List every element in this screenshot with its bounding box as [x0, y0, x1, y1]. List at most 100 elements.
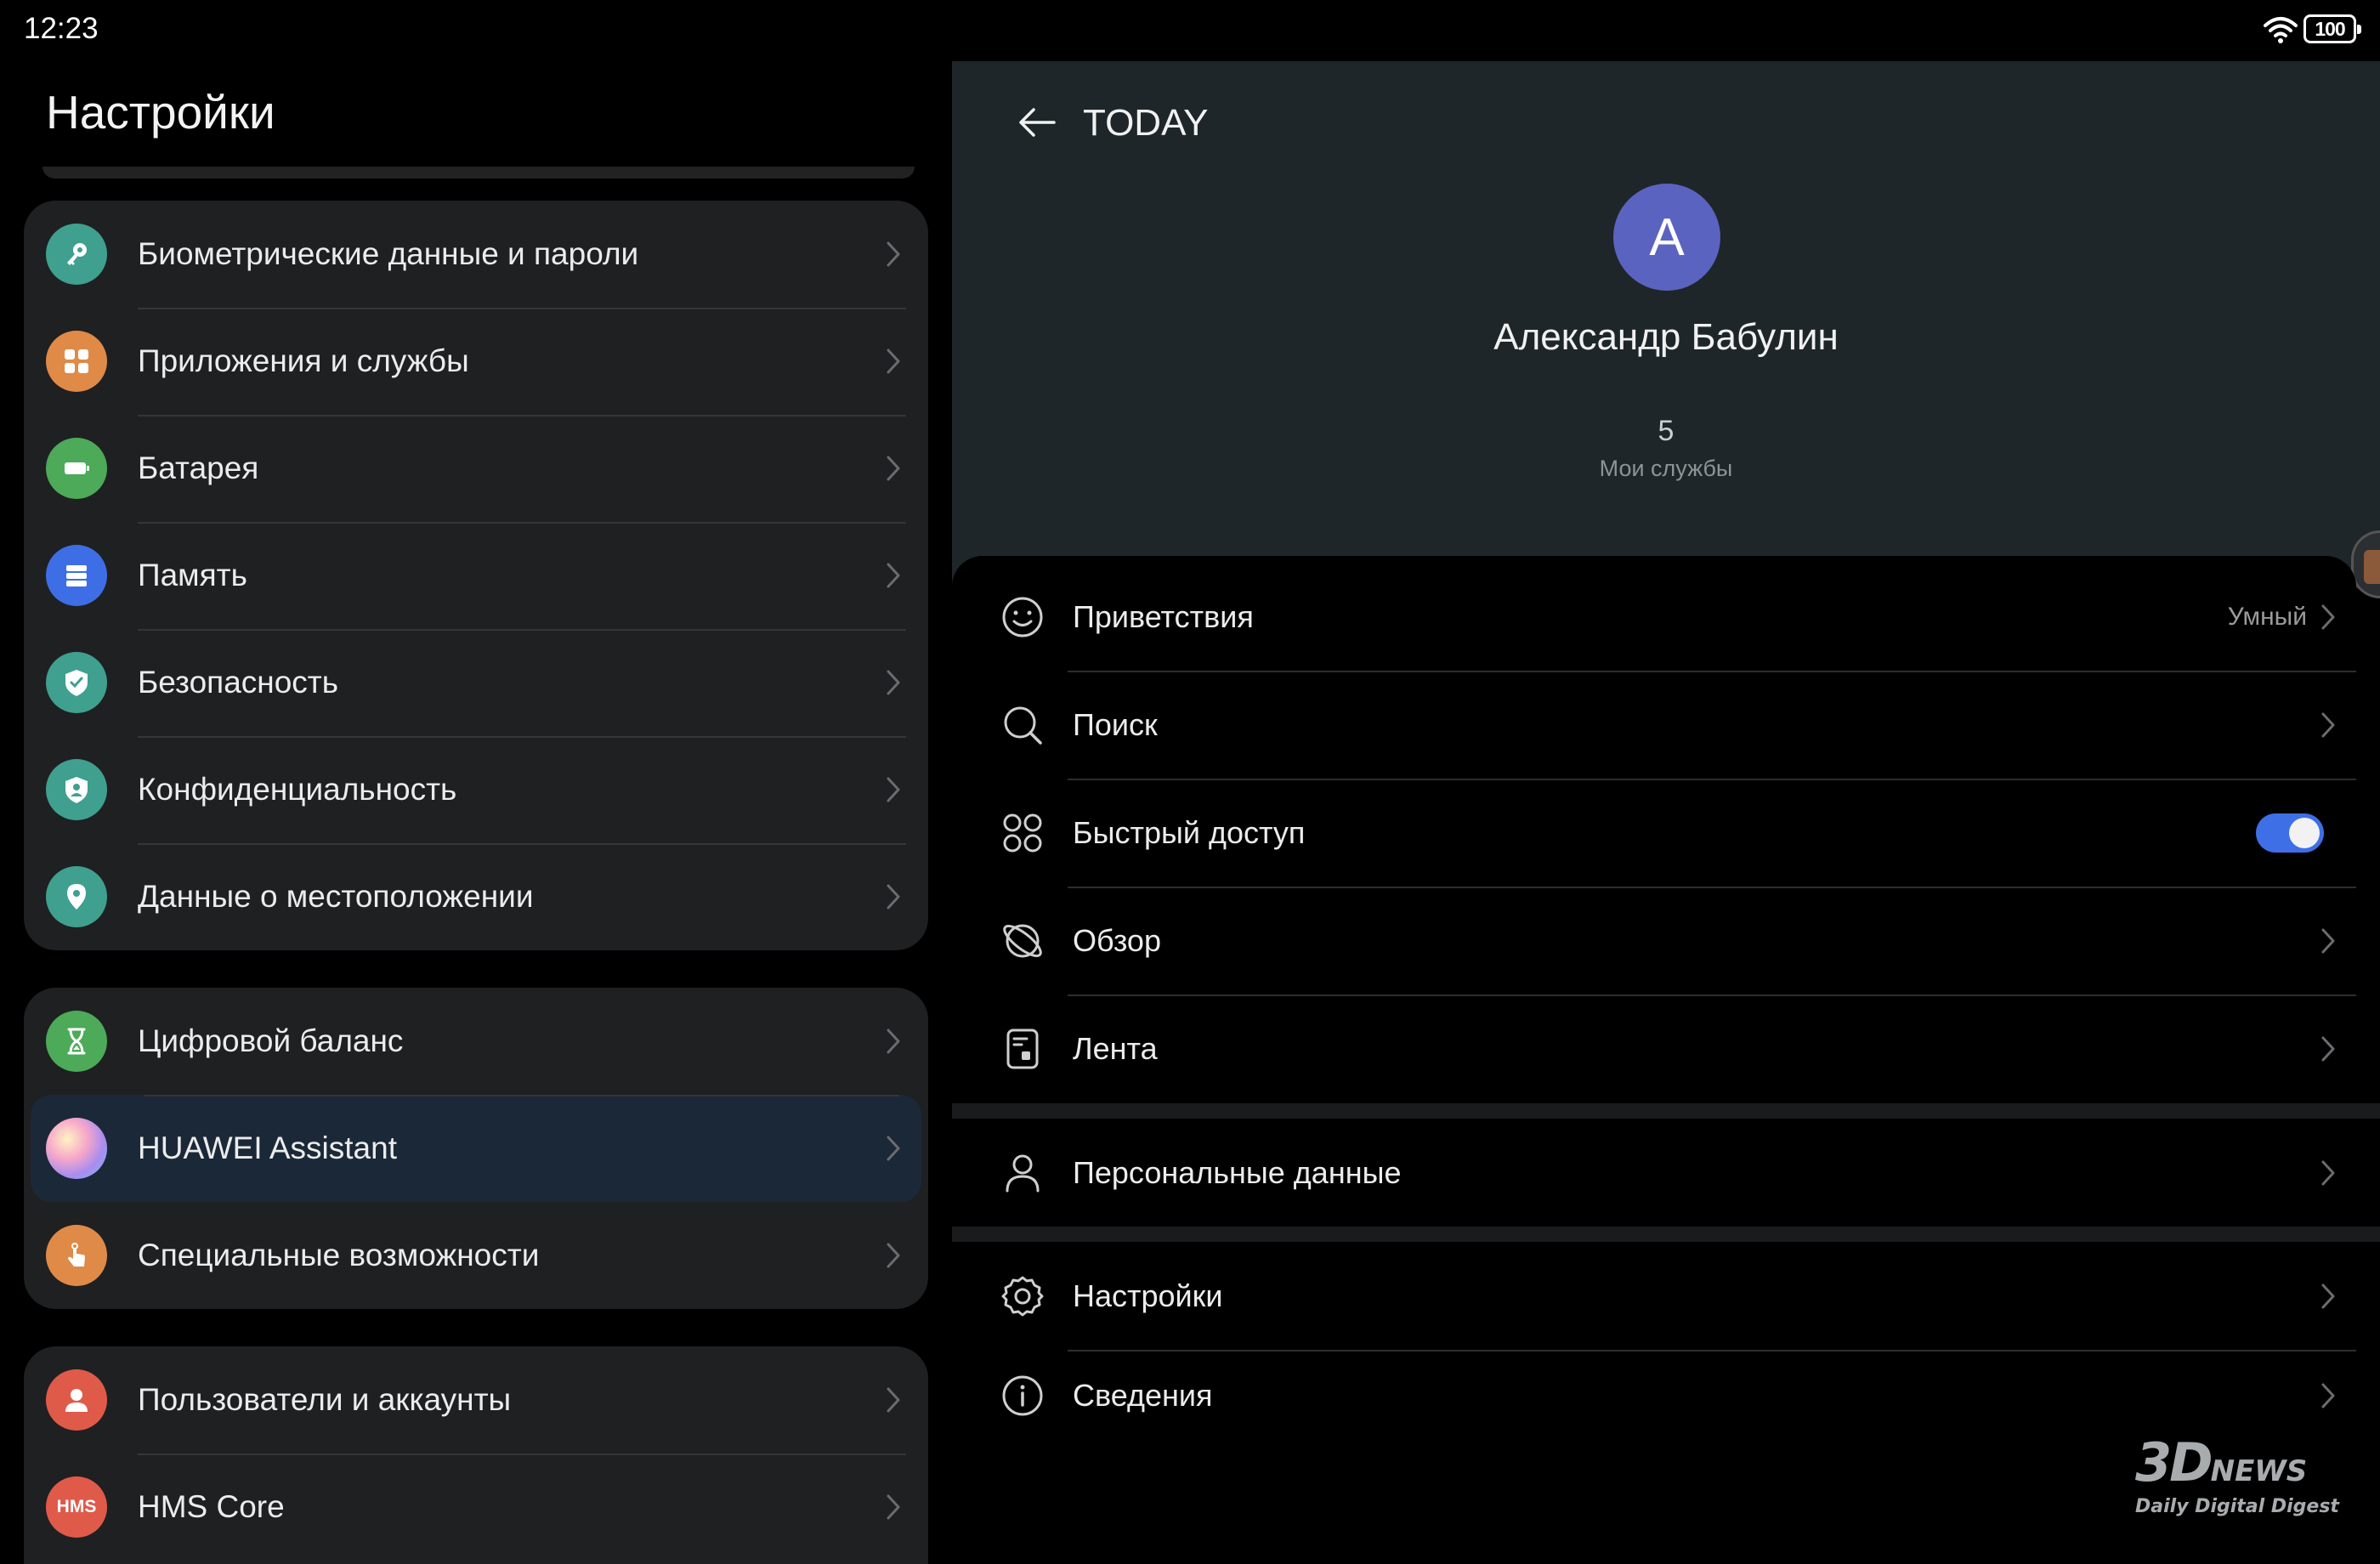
today-item-label: Сведения [1073, 1378, 1213, 1413]
chevron-right-icon [887, 456, 900, 481]
storage-icon [46, 545, 107, 606]
settings-item-label: Безопасность [138, 665, 339, 700]
divider [1068, 1350, 2356, 1352]
chevron-right-icon [887, 1028, 900, 1054]
status-time: 12:23 [24, 12, 99, 45]
profile-header: TODAY А Александр Бабулин 5 Мои службы [952, 61, 2380, 588]
avatar-letter: А [1649, 207, 1685, 267]
settings-item-location[interactable]: Данные о местоположении [24, 843, 928, 950]
assistant-orb-icon [46, 1118, 107, 1179]
battery-icon [46, 438, 107, 499]
gear-icon [1001, 1276, 1044, 1316]
settings-item-label: Пользователи и аккаунты [138, 1382, 512, 1417]
today-pane: TODAY А Александр Бабулин 5 Мои службы П… [950, 61, 2380, 1564]
wifi-icon [2264, 17, 2298, 43]
chevron-right-icon [2321, 712, 2335, 737]
watermark-news: NEWS [2210, 1454, 2308, 1488]
search-bar-peek[interactable] [42, 167, 915, 178]
apps-grid-icon [46, 331, 107, 392]
greetings-mode-value: Умный [2227, 602, 2307, 631]
settings-item-label: Батарея [138, 450, 259, 485]
chevron-right-icon [887, 1136, 900, 1161]
chevron-right-icon [887, 563, 900, 588]
privacy-shield-icon [46, 759, 107, 820]
settings-pane: Настройки Биометрические данные и пароли… [0, 61, 950, 1564]
today-item-feed[interactable]: Лента [952, 994, 2356, 1102]
today-item-label: Лента [1073, 1030, 1158, 1066]
settings-item-label: Конфиденциальность [138, 772, 457, 807]
chevron-right-icon [887, 1494, 900, 1520]
settings-item-huawei-assistant[interactable]: HUAWEI Assistant [31, 1095, 921, 1202]
chevron-right-icon [887, 241, 900, 267]
chevron-right-icon [887, 884, 900, 910]
chevron-right-icon [887, 670, 900, 695]
chevron-right-icon [2321, 1160, 2335, 1185]
today-settings-sheet: Приветствия Умный Поиск Быстрый доступ О… [952, 556, 2380, 1564]
today-item-greetings[interactable]: Приветствия Умный [952, 563, 2356, 671]
today-item-label: Поиск [1073, 706, 1158, 742]
chevron-right-icon [2321, 604, 2335, 629]
settings-item-digital-balance[interactable]: Цифровой баланс [24, 988, 928, 1095]
chevron-right-icon [887, 1243, 900, 1268]
today-item-label: Быстрый доступ [1073, 814, 1306, 850]
toggle-knob [2289, 817, 2320, 848]
services-count[interactable]: 5 [952, 415, 2380, 448]
status-bar: 12:23 100 [0, 0, 2380, 61]
chevron-right-icon [887, 1387, 900, 1413]
settings-item-storage[interactable]: Память [24, 522, 928, 629]
overview-planet-icon [1003, 924, 1042, 957]
today-item-settings[interactable]: Настройки [952, 1242, 2356, 1350]
back-arrow-icon[interactable] [1015, 99, 1061, 145]
settings-item-users-accounts[interactable]: Пользователи и аккаунты [24, 1346, 928, 1454]
today-item-search[interactable]: Поиск [952, 671, 2356, 779]
user-name: Александр Бабулин [1493, 316, 1839, 358]
chevron-right-icon [2321, 1383, 2335, 1408]
today-item-overview[interactable]: Обзор [952, 887, 2356, 994]
settings-item-label: Данные о местоположении [138, 879, 534, 914]
watermark-3d: 3D [2135, 1431, 2213, 1493]
settings-item-apps[interactable]: Приложения и службы [24, 308, 928, 415]
chevron-right-icon [2321, 1036, 2335, 1061]
hms-icon-text: HMS [56, 1497, 97, 1516]
settings-item-security[interactable]: Безопасность [24, 629, 928, 736]
chevron-right-icon [887, 777, 900, 802]
settings-item-biometrics[interactable]: Биометрические данные и пароли [24, 201, 928, 308]
settings-item-battery[interactable]: Батарея [24, 415, 928, 522]
battery-level: 100 [2315, 17, 2345, 40]
today-item-personal-data[interactable]: Персональные данные [952, 1119, 2356, 1227]
avatar[interactable]: А [1613, 184, 1720, 291]
settings-item-privacy[interactable]: Конфиденциальность [24, 736, 928, 843]
divider [1068, 887, 2356, 888]
watermark-logo: 3DNEWS [2135, 1436, 2348, 1498]
settings-item-label: Приложения и службы [138, 343, 469, 378]
today-item-info[interactable]: Сведения [952, 1350, 2356, 1442]
3dnews-watermark: 3DNEWS Daily Digital Digest [2135, 1436, 2348, 1518]
settings-item-hms-core[interactable]: HMS HMS Core [24, 1454, 928, 1561]
key-icon [46, 224, 107, 285]
settings-item-label: Память [138, 558, 247, 592]
section-divider [952, 1103, 2380, 1119]
location-pin-icon [46, 866, 107, 927]
search-icon [1004, 706, 1042, 745]
services-label[interactable]: Мои службы [952, 456, 2380, 482]
info-icon [1002, 1375, 1043, 1416]
settings-item-label: Специальные возможности [138, 1238, 540, 1272]
divider [1068, 779, 2356, 780]
settings-item-label: Биометрические данные и пароли [138, 236, 639, 271]
shield-check-icon [46, 652, 107, 713]
person-icon [1006, 1154, 1040, 1192]
smile-icon [1002, 597, 1043, 637]
today-item-label: Приветствия [1073, 598, 1254, 634]
settings-group-3: Пользователи и аккаунты HMS HMS Core [24, 1346, 928, 1564]
side-dock-app-icon [2364, 550, 2380, 584]
chevron-right-icon [2321, 1284, 2335, 1308]
settings-item-label: Цифровой баланс [138, 1023, 404, 1058]
quick-access-toggle[interactable] [2256, 813, 2324, 853]
settings-item-accessibility[interactable]: Специальные возможности [24, 1202, 928, 1309]
page-title: TODAY [1083, 102, 1209, 144]
settings-item-label: HUAWEI Assistant [138, 1130, 397, 1165]
page-title: Настройки [46, 86, 275, 139]
today-item-label: Обзор [1073, 922, 1161, 958]
hourglass-icon [46, 1011, 107, 1072]
today-item-quick-access[interactable]: Быстрый доступ [952, 779, 2356, 887]
